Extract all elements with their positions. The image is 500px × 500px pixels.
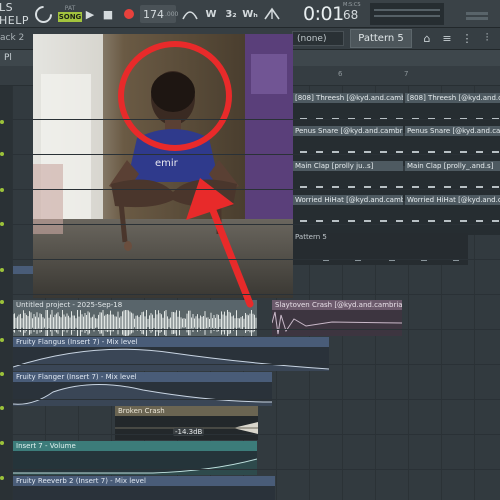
track-mute-led[interactable] [0, 406, 4, 410]
lane-divider [12, 329, 500, 330]
track-mute-led[interactable] [0, 152, 4, 156]
lane-divider [12, 434, 500, 435]
lane-divider [12, 364, 500, 365]
track-mute-led[interactable] [0, 300, 4, 304]
lane-divider [12, 119, 500, 120]
track-mute-led[interactable] [0, 120, 4, 124]
track-mute-led[interactable] [0, 222, 4, 226]
fl-studio-window: LS HELP PAT SONG ▶ ■ 174.000 W 3₂ Wₕ 0:0… [0, 0, 500, 500]
track-mute-led[interactable] [0, 441, 4, 445]
lane-divider [12, 469, 500, 470]
lane-divider [12, 154, 500, 155]
track-mute-led[interactable] [0, 476, 4, 480]
track-mute-led[interactable] [0, 268, 4, 272]
lane-divider [12, 294, 500, 295]
annotation-arrow [186, 178, 254, 308]
track-mute-led[interactable] [0, 338, 4, 342]
lane-divider [12, 224, 500, 225]
lane-divider [12, 189, 500, 190]
track-mute-led[interactable] [0, 188, 4, 192]
lane-divider [12, 399, 500, 400]
track-mute-led[interactable] [0, 372, 4, 376]
lane-divider [12, 259, 500, 260]
